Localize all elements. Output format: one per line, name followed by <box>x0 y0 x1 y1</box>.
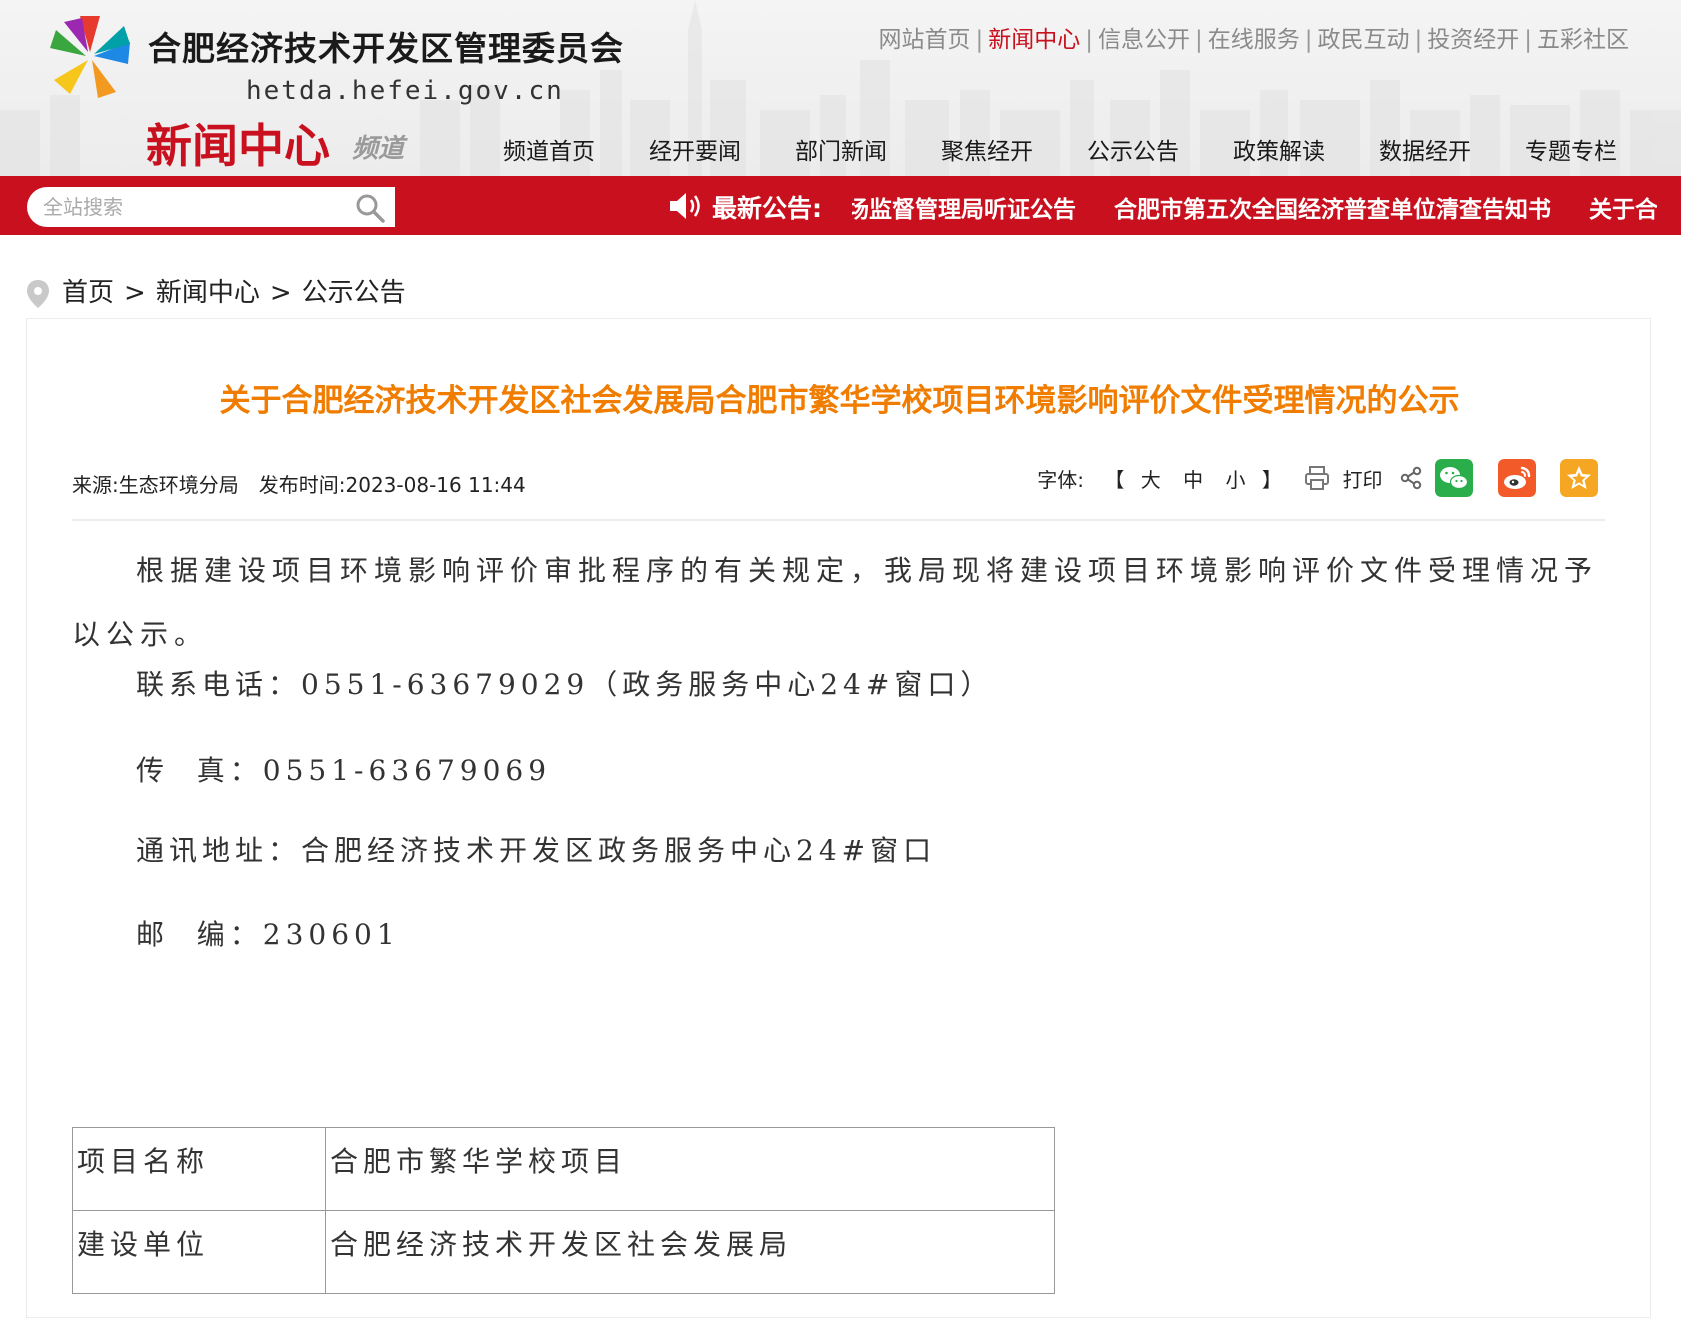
search-input[interactable] <box>41 193 345 223</box>
breadcrumb-separator: > <box>124 278 146 308</box>
contact-phone: 联系电话：0551-63679029（政务服务中心24#窗口） <box>136 668 994 701</box>
notice-ticker: 场监督管理局听证公告 合肥市第五次全国经济普查单位清查告知书 关于合肥 <box>852 176 1657 235</box>
article-body: 根据建设项目环境影响评价审批程序的有关规定，我局现将建设项目环境影响评价文件受理… <box>72 539 1612 951</box>
contact-address: 通讯地址：合肥经济技术开发区政务服务中心24#窗口 <box>136 834 937 867</box>
date-label: 发布时间: <box>258 473 346 497</box>
search-box <box>27 187 395 227</box>
font-size-large[interactable]: 大 <box>1141 464 1161 493</box>
print-button[interactable]: 打印 <box>1343 464 1383 493</box>
nav-channel-home[interactable]: 频道首页 <box>503 132 595 166</box>
intro-paragraph: 根据建设项目环境影响评价审批程序的有关规定，我局现将建设项目环境影响评价文件受理… <box>72 554 1599 651</box>
separator: | <box>975 27 984 53</box>
source-label: 来源: <box>72 473 119 497</box>
contact-postcode: 邮 编：230601 <box>136 918 400 951</box>
top-link-home[interactable]: 网站首页 <box>879 27 971 53</box>
site-name[interactable]: 合肥经济技术开发区管理委员会 <box>148 22 624 70</box>
separator: | <box>1524 27 1532 53</box>
font-size-small[interactable]: 小 <box>1225 464 1245 493</box>
nav-data[interactable]: 数据经开 <box>1379 132 1471 166</box>
share-icon[interactable] <box>1399 466 1423 490</box>
site-domain: hetda.hefei.gov.cn <box>246 76 564 106</box>
nav-key-news[interactable]: 经开要闻 <box>649 132 741 166</box>
project-info-table: 项目名称 合肥市繁华学校项目 建设单位 合肥经济技术开发区社会发展局 <box>72 1127 1055 1294</box>
weibo-icon[interactable] <box>1497 459 1536 497</box>
breadcrumb-news-center[interactable]: 新闻中心 <box>156 278 260 308</box>
logo-icon[interactable] <box>46 12 134 100</box>
search-notice-bar: 最新公告: 场监督管理局听证公告 合肥市第五次全国经济普查单位清查告知书 关于合… <box>0 176 1681 235</box>
article-meta: 来源:生态环境分局 发布时间:2023-08-16 11:44 <box>72 469 526 498</box>
search-icon[interactable] <box>355 193 385 223</box>
contact-fax: 传 真：0551-63679069 <box>136 754 552 787</box>
source-value: 生态环境分局 <box>118 473 239 497</box>
table-cell-key: 建设单位 <box>72 1210 326 1294</box>
breadcrumb-announcements[interactable]: 公示公告 <box>302 278 406 308</box>
location-pin-icon <box>27 279 49 308</box>
top-link-news[interactable]: 新闻中心 <box>988 27 1080 53</box>
separator: | <box>1414 27 1423 53</box>
top-link-info[interactable]: 信息公开 <box>1098 27 1190 53</box>
notice-item[interactable]: 合肥市第五次全国经济普查单位清查告知书 <box>1114 197 1551 223</box>
top-link-interaction[interactable]: 政民互动 <box>1318 27 1410 53</box>
breadcrumb-home[interactable]: 首页 <box>62 278 114 308</box>
breadcrumb: 首页 > 新闻中心 > 公示公告 <box>26 272 406 309</box>
article-title: 关于合肥经济技术开发区社会发展局合肥市繁华学校项目环境影响评价文件受理情况的公示 <box>219 383 1460 419</box>
site-header: 合肥经济技术开发区管理委员会 hetda.hefei.gov.cn 新闻中心 频… <box>0 0 1681 176</box>
article-card: 关于合肥经济技术开发区社会发展局合肥市繁华学校项目环境影响评价文件受理情况的公示… <box>26 318 1651 1318</box>
breadcrumb-separator: > <box>269 278 292 308</box>
table-cell-key: 项目名称 <box>72 1127 326 1211</box>
favorite-star-icon[interactable] <box>1560 459 1598 497</box>
table-row: 建设单位 合肥经济技术开发区社会发展局 <box>72 1210 1055 1294</box>
nav-announcements[interactable]: 公示公告 <box>1087 132 1179 166</box>
top-links: 网站首页 | 新闻中心 | 信息公开 | 在线服务 | 政民互动 | 投资经开 | 五彩社区 <box>879 20 1630 54</box>
table-cell-value: 合肥市繁华学校项目 <box>325 1127 1055 1211</box>
nav-department-news[interactable]: 部门新闻 <box>795 132 887 166</box>
notice-label: 最新公告: <box>712 194 822 223</box>
bracket-close: 】 <box>1261 467 1282 492</box>
date-value: 2023-08-16 11:44 <box>345 473 526 497</box>
channel-title: 新闻中心 <box>146 119 330 173</box>
channel-suffix: 频道 <box>352 134 405 164</box>
meta-divider <box>72 519 1605 521</box>
bracket-open: 【 <box>1104 467 1125 492</box>
speaker-icon <box>670 193 700 219</box>
separator: | <box>1304 27 1313 53</box>
table-cell-value: 合肥经济技术开发区社会发展局 <box>325 1210 1055 1294</box>
nav-focus[interactable]: 聚焦经开 <box>941 132 1033 166</box>
table-row: 项目名称 合肥市繁华学校项目 <box>72 1127 1055 1211</box>
separator: | <box>1085 27 1093 53</box>
top-link-service[interactable]: 在线服务 <box>1208 27 1300 53</box>
print-icon[interactable] <box>1304 465 1330 491</box>
nav-policy[interactable]: 政策解读 <box>1233 132 1325 166</box>
nav-special[interactable]: 专题专栏 <box>1525 132 1617 166</box>
article-tools: 字体: 【 大 中 小 】 打印 <box>1037 459 1598 503</box>
notice-item[interactable]: 场监督管理局听证公告 <box>852 197 1076 223</box>
wechat-icon[interactable] <box>1435 459 1474 497</box>
top-link-investment[interactable]: 投资经开 <box>1427 27 1519 53</box>
notice-item[interactable]: 关于合肥 <box>1589 197 1657 223</box>
font-size-medium[interactable]: 中 <box>1183 464 1203 493</box>
separator: | <box>1195 27 1203 53</box>
font-size-label: 字体: <box>1037 467 1085 492</box>
top-link-community[interactable]: 五彩社区 <box>1537 27 1629 53</box>
